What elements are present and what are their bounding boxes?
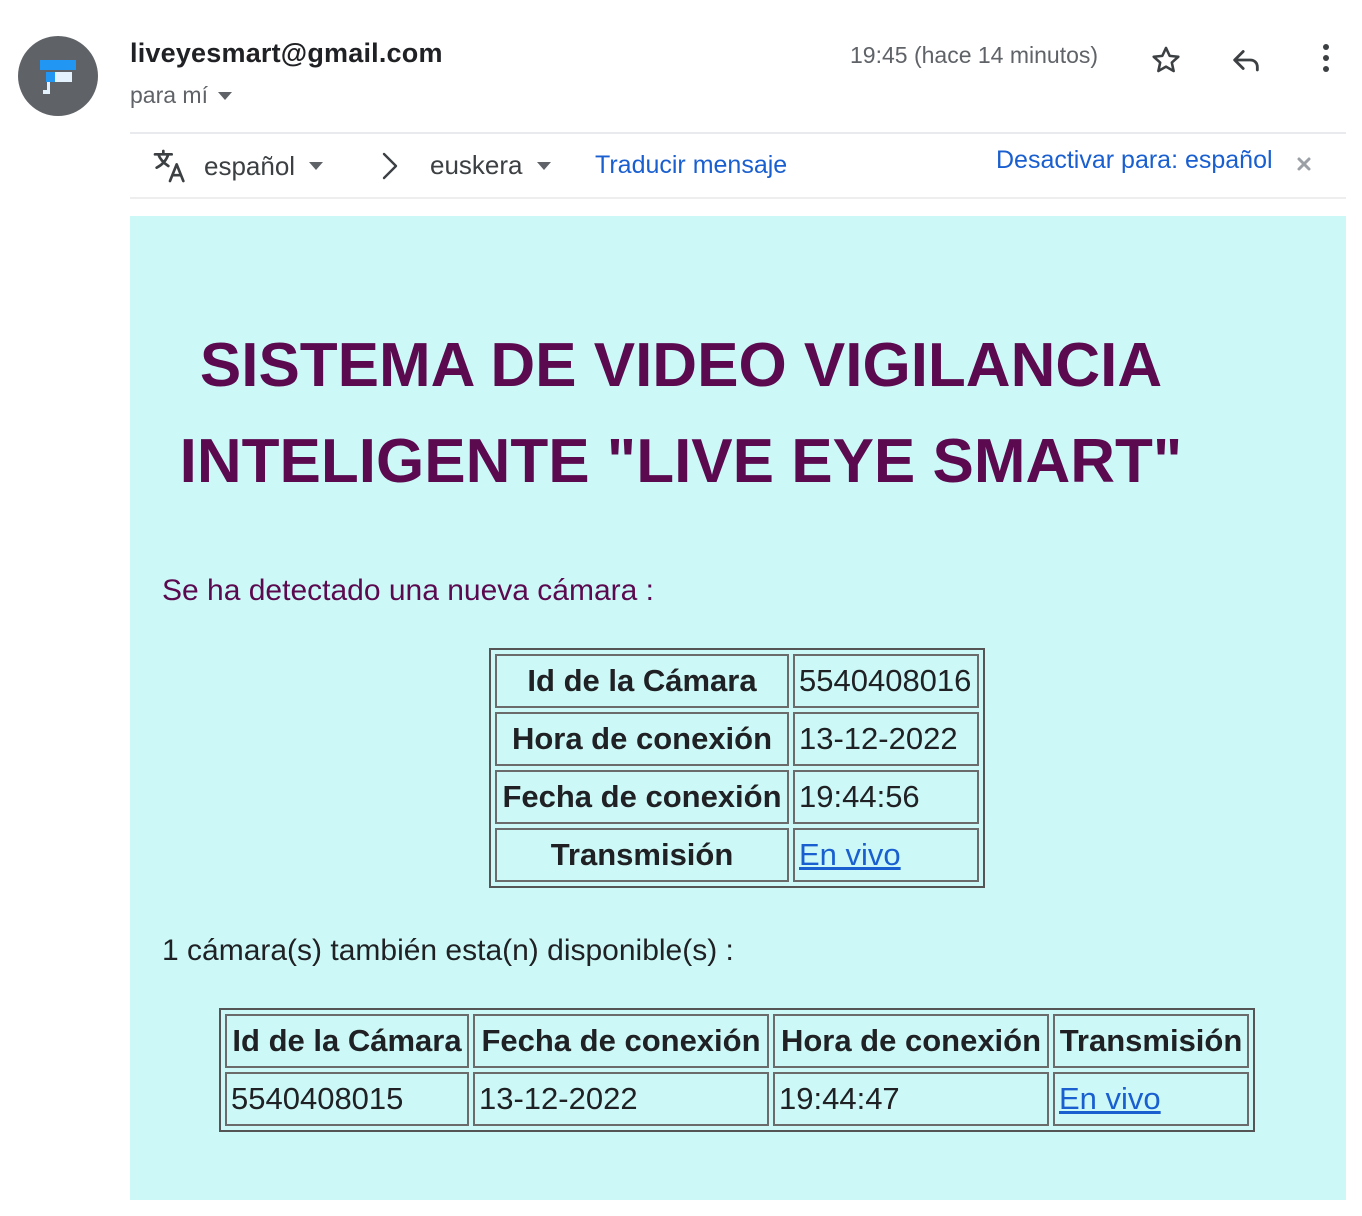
more-options-button[interactable] (1306, 38, 1346, 78)
close-translate-button[interactable] (1296, 156, 1312, 172)
email-title-line2: INTELIGENTE "LIVE EYE SMART" (179, 427, 1183, 496)
table-row: 5540408015 13-12-2022 19:44:47 En vivo (225, 1072, 1249, 1126)
table-header-cell: Transmisión (495, 828, 789, 882)
table-cell: 19:44:47 (773, 1072, 1049, 1126)
camera-logo-icon (40, 60, 76, 94)
translate-icon (153, 149, 185, 183)
available-cameras-text: 1 cámara(s) también esta(n) disponible(s… (162, 934, 734, 967)
table-cell: 13-12-2022 (473, 1072, 769, 1126)
star-button[interactable] (1146, 40, 1186, 80)
more-vert-icon (1323, 44, 1329, 72)
email-title: SISTEMA DE VIDEO VIGILANCIA INTELIGENTE … (0, 318, 1362, 510)
table-header-cell: Fecha de conexión (495, 770, 789, 824)
table-header-cell: Hora de conexión (495, 712, 789, 766)
available-cameras-table: Id de la Cámara Fecha de conexión Hora d… (219, 1008, 1255, 1132)
caret-down-icon (536, 161, 551, 170)
received-time: 19:45 (hace 14 minutos) (850, 42, 1099, 68)
table-row: Transmisión En vivo (495, 828, 979, 882)
reply-icon (1233, 50, 1259, 72)
table-cell: En vivo (793, 828, 979, 882)
table-row: Hora de conexión 13-12-2022 (495, 712, 979, 766)
table-cell: 5540408015 (225, 1072, 469, 1126)
target-language-label: euskera (430, 150, 523, 180)
recipient-line[interactable]: para mí (130, 82, 232, 109)
sender-email[interactable]: liveyesmart@gmail.com (130, 38, 443, 69)
caret-down-icon[interactable] (217, 91, 232, 100)
star-icon (1152, 46, 1180, 73)
translate-message-link[interactable]: Traducir mensaje (595, 151, 787, 180)
translate-divider (130, 197, 1346, 199)
table-header-cell: Transmisión (1053, 1014, 1249, 1068)
table-header-row: Id de la Cámara Fecha de conexión Hora d… (225, 1014, 1249, 1068)
disable-translation-link[interactable]: Desactivar para: español (996, 146, 1273, 175)
chevron-right-icon (378, 148, 402, 184)
recipient-label: para mí (130, 82, 208, 108)
close-icon (1297, 157, 1311, 171)
live-stream-link[interactable]: En vivo (799, 837, 901, 872)
table-cell: 19:44:56 (793, 770, 979, 824)
table-header-cell: Fecha de conexión (473, 1014, 769, 1068)
sender-avatar[interactable] (18, 36, 98, 116)
table-header-cell: Id de la Cámara (495, 654, 789, 708)
table-row: Fecha de conexión 19:44:56 (495, 770, 979, 824)
source-language-select[interactable]: español (150, 146, 324, 186)
reply-button[interactable] (1226, 40, 1266, 80)
new-camera-table: Id de la Cámara 5540408016 Hora de conex… (489, 648, 985, 888)
translate-bar: español euskera Traducir mensaje Desacti… (130, 134, 1346, 197)
table-header-cell: Id de la Cámara (225, 1014, 469, 1068)
new-camera-text: Se ha detectado una nueva cámara : (162, 574, 655, 607)
table-cell: En vivo (1053, 1072, 1249, 1126)
table-header-cell: Hora de conexión (773, 1014, 1049, 1068)
table-row: Id de la Cámara 5540408016 (495, 654, 979, 708)
table-cell: 13-12-2022 (793, 712, 979, 766)
caret-down-icon (309, 162, 324, 170)
source-language-label: español (204, 150, 296, 181)
email-title-line1: SISTEMA DE VIDEO VIGILANCIA (199, 331, 1163, 400)
table-cell: 5540408016 (793, 654, 979, 708)
live-stream-link[interactable]: En vivo (1059, 1081, 1161, 1116)
target-language-select[interactable]: euskera (430, 150, 551, 181)
